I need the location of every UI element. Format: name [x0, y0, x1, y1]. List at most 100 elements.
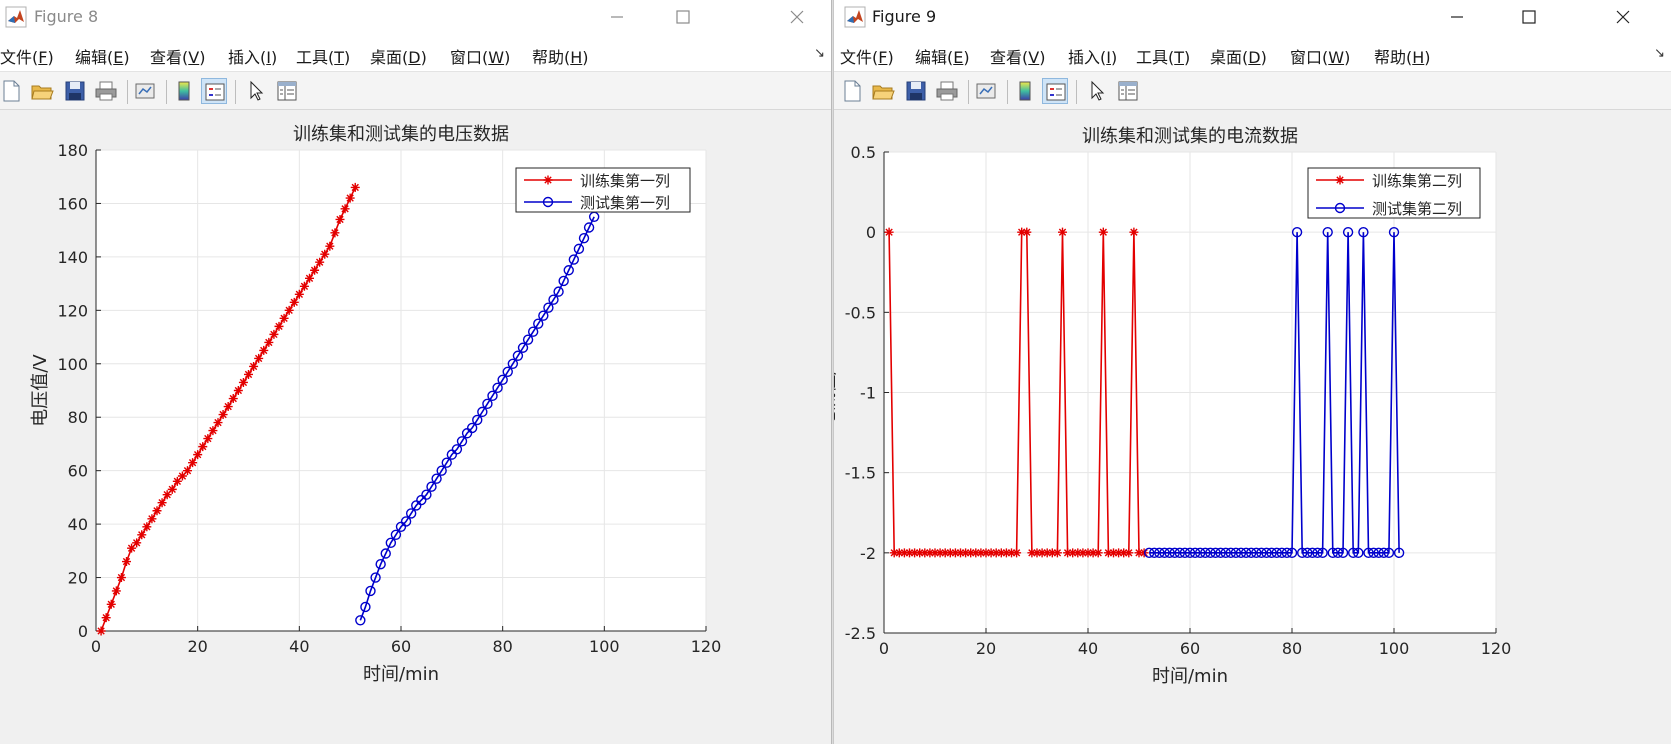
minimize-button[interactable]: [1428, 0, 1486, 34]
current-chart[interactable]: 0 20 40 60 80 100 120 -2.5 -2 -1.5 -1 -0.5 0 0.5 训练集和测…: [834, 111, 1671, 744]
legend-marker: [1335, 175, 1345, 185]
edit-plot-button[interactable]: [1085, 78, 1111, 104]
insert-colorbar-icon: [178, 81, 190, 101]
legend-marker: [543, 175, 553, 185]
data-point-star: [350, 182, 360, 192]
x-tick-label: 20: [976, 639, 996, 658]
data-point-star: [106, 599, 116, 609]
save-button[interactable]: [903, 78, 929, 104]
data-point-star: [152, 506, 162, 516]
data-point-star: [284, 305, 294, 315]
data-point-star: [228, 394, 238, 404]
maximize-button[interactable]: [1500, 0, 1558, 34]
data-point-star: [122, 557, 131, 567]
data-point-star: [294, 289, 304, 299]
x-tick-label: 100: [589, 637, 620, 656]
y-tick-label: 0.5: [851, 143, 876, 162]
data-point-star: [116, 573, 126, 583]
data-point-star: [96, 626, 106, 636]
menu-help[interactable]: 帮助(H): [532, 44, 589, 68]
insert-colorbar-button[interactable]: [171, 78, 197, 104]
link-plot-button[interactable]: [973, 78, 999, 104]
figure-canvas[interactable]: 0 20 40 60 80 100 120 0 20 40 60 80 100 120 140 160 180 训…: [0, 111, 831, 744]
menu-tools[interactable]: 工具(T): [1136, 44, 1190, 68]
open-file-button[interactable]: [29, 78, 55, 104]
y-tick-label: -1: [860, 384, 876, 403]
data-point-star: [305, 273, 314, 283]
minimize-button[interactable]: [588, 0, 646, 34]
open-file-icon: [31, 85, 54, 100]
data-point-star: [142, 522, 152, 532]
open-file-button[interactable]: [870, 78, 896, 104]
menu-window[interactable]: 窗口(W): [1290, 44, 1350, 68]
window-title: Figure 9: [872, 7, 937, 26]
edit-plot-pointer-icon: [250, 80, 264, 101]
save-button[interactable]: [62, 78, 88, 104]
data-point-star: [299, 281, 309, 291]
print-button[interactable]: [93, 78, 119, 104]
figure-canvas[interactable]: 0 20 40 60 80 100 120 -2.5 -2 -1.5 -1 -0.5 0 0.5 训练集和测…: [834, 111, 1671, 744]
y-tick-label: -1.5: [845, 464, 876, 483]
dock-arrow-icon[interactable]: ↘: [814, 46, 825, 61]
menu-view[interactable]: 查看(V): [150, 44, 205, 68]
data-point-star: [289, 297, 299, 307]
data-point-star: [1129, 227, 1139, 237]
menu-file[interactable]: 文件(F): [0, 44, 54, 68]
toolbar-separator: [1007, 80, 1008, 104]
data-point-star: [137, 530, 147, 540]
legend-label: 测试集第二列: [1372, 200, 1462, 218]
menu-tools[interactable]: 工具(T): [296, 44, 350, 68]
insert-legend-button[interactable]: [201, 78, 227, 104]
property-inspector-icon: [277, 81, 297, 101]
close-icon: [1616, 10, 1630, 24]
x-tick-label: 80: [492, 637, 512, 656]
x-tick-label: 0: [879, 639, 889, 658]
menu-view[interactable]: 查看(V): [990, 44, 1045, 68]
figure-8-window[interactable]: Figure 8 文件(F) 编辑(E) 查看(V) 插入(I) 工具(T) 桌…: [0, 0, 832, 744]
data-point-star: [198, 442, 208, 452]
edit-plot-button[interactable]: [244, 78, 270, 104]
menu-file[interactable]: 文件(F): [840, 44, 894, 68]
property-inspector-button[interactable]: [274, 78, 300, 104]
voltage-chart[interactable]: 0 20 40 60 80 100 120 0 20 40 60 80 100 120 140 160 180 训…: [0, 111, 832, 744]
menu-edit[interactable]: 编辑(E): [915, 44, 970, 68]
insert-colorbar-button[interactable]: [1012, 78, 1038, 104]
data-point-star: [345, 193, 355, 203]
print-icon: [95, 81, 117, 101]
data-point-star: [157, 498, 167, 508]
x-tick-label: 60: [1180, 639, 1200, 658]
property-inspector-button[interactable]: [1115, 78, 1141, 104]
dock-arrow-icon[interactable]: ↘: [1654, 46, 1665, 61]
y-tick-label: 60: [68, 462, 88, 481]
data-point-star: [244, 369, 253, 379]
data-point-star: [1093, 548, 1103, 558]
menu-desktop[interactable]: 桌面(D): [370, 44, 427, 68]
insert-legend-button[interactable]: [1042, 78, 1068, 104]
menu-help[interactable]: 帮助(H): [1374, 44, 1431, 68]
new-figure-button[interactable]: [0, 78, 24, 104]
close-button[interactable]: [1594, 0, 1652, 34]
maximize-button[interactable]: [654, 0, 712, 34]
data-point-star: [193, 450, 203, 460]
menu-insert[interactable]: 插入(I): [1068, 44, 1117, 68]
figure-9-window[interactable]: Figure 9 文件(F) 编辑(E) 查看(V) 插入(I) 工具(T) 桌…: [833, 0, 1671, 744]
y-tick-label: 120: [57, 301, 88, 320]
data-point-star: [1022, 227, 1032, 237]
x-tick-label: 60: [391, 637, 411, 656]
title-bar[interactable]: Figure 9: [834, 0, 1671, 36]
close-button[interactable]: [768, 0, 826, 34]
toolbar-separator: [127, 80, 128, 104]
menu-insert[interactable]: 插入(I): [228, 44, 277, 68]
insert-legend-icon: [1046, 83, 1066, 101]
figure-toolbar: [0, 72, 831, 110]
menu-window[interactable]: 窗口(W): [450, 44, 510, 68]
menu-desktop[interactable]: 桌面(D): [1210, 44, 1267, 68]
menu-edit[interactable]: 编辑(E): [75, 44, 130, 68]
print-button[interactable]: [934, 78, 960, 104]
data-point-star: [340, 204, 350, 214]
title-bar[interactable]: Figure 8: [0, 0, 831, 36]
x-tick-label: 40: [1078, 639, 1098, 658]
link-plot-button[interactable]: [132, 78, 158, 104]
new-figure-button[interactable]: [839, 78, 865, 104]
data-point-star: [335, 214, 345, 224]
